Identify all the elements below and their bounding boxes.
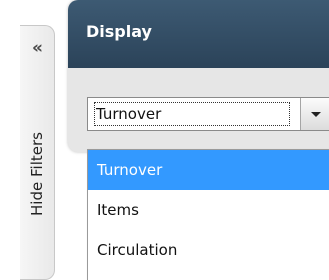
display-filters-ui: « Hide Filters Display Turnover Turnover… [0,0,329,280]
panel-title: Display [86,22,152,41]
hide-filters-label[interactable]: Hide Filters [28,132,46,216]
dropdown-button[interactable] [300,98,329,130]
panel-header: Display [68,0,329,68]
display-select[interactable]: Turnover [87,97,329,131]
dropdown-option-turnover[interactable]: Turnover [88,150,329,190]
dropdown-option-circulation[interactable]: Circulation [88,230,329,270]
dropdown-option-items[interactable]: Items [88,190,329,230]
caret-down-icon [311,112,321,117]
double-chevron-left-icon[interactable]: « [20,40,55,57]
hide-filters-tab[interactable]: « Hide Filters [20,25,55,280]
select-value[interactable]: Turnover [94,102,290,126]
dropdown-list: Turnover Items Circulation [87,149,329,280]
